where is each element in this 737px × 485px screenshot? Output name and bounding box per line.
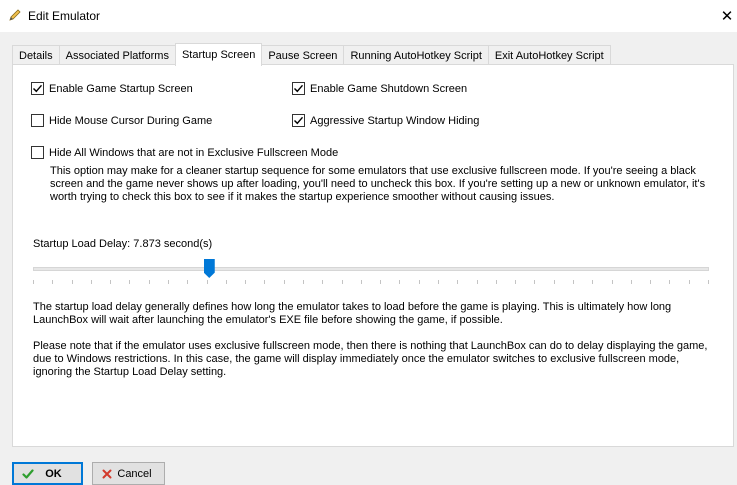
- slider-tick: [148, 280, 150, 284]
- startup-delay-help-text: The startup load delay generally defines…: [33, 301, 672, 326]
- enable-startup-checkbox[interactable]: Enable Game Startup Screen: [31, 82, 193, 95]
- title-bar: Edit Emulator ✕: [0, 0, 737, 32]
- hide-cursor-checkbox[interactable]: Hide Mouse Cursor During Game: [31, 114, 212, 127]
- tab-running-autohotkey-script[interactable]: Running AutoHotkey Script: [343, 45, 489, 65]
- slider-track[interactable]: [33, 267, 709, 271]
- hide-windows-label: Hide All Windows that are not in Exclusi…: [49, 146, 339, 159]
- tab-exit-autohotkey-script[interactable]: Exit AutoHotkey Script: [487, 45, 611, 65]
- slider-tick: [650, 280, 652, 284]
- slider-tick: [380, 280, 382, 284]
- ok-button[interactable]: OK: [12, 462, 83, 485]
- slider-tick: [534, 280, 536, 284]
- slider-tick: [438, 280, 439, 284]
- close-button[interactable]: ✕: [717, 0, 737, 32]
- check-mark-icon: [33, 84, 43, 93]
- check-mark-icon: [294, 84, 304, 93]
- hide-windows-description: This option may make for a cleaner start…: [50, 165, 706, 203]
- exclusive-fullscreen-note: Please note that if the emulator uses ex…: [33, 340, 708, 378]
- slider-tick: [129, 280, 131, 284]
- slider-tick: [708, 280, 709, 284]
- tab-associated-platforms[interactable]: Associated Platforms: [58, 45, 176, 65]
- slider-tick: [168, 280, 169, 284]
- slider-tick: [90, 280, 92, 284]
- slider-tick: [283, 280, 285, 284]
- slider-tick: [110, 280, 112, 284]
- pencil-icon: [9, 9, 21, 21]
- enable-shutdown-label: Enable Game Shutdown Screen: [310, 82, 468, 95]
- tab-startup-screen[interactable]: Startup Screen: [174, 43, 263, 66]
- slider-tick: [360, 280, 362, 284]
- x-icon: [102, 469, 112, 478]
- checkbox-box: [31, 114, 44, 127]
- tab-strip: Details Associated Platforms Startup Scr…: [12, 43, 611, 66]
- tab-details[interactable]: Details: [12, 45, 60, 65]
- ok-label: OK: [45, 467, 62, 480]
- slider-tick: [187, 280, 189, 284]
- slider-tick: [399, 280, 401, 284]
- check-mark-icon: [294, 116, 304, 125]
- slider-tick: [688, 280, 690, 284]
- slider-tick: [573, 280, 574, 284]
- enable-shutdown-checkbox[interactable]: Enable Game Shutdown Screen: [292, 82, 467, 95]
- slider-tick: [245, 280, 247, 284]
- slider-tick: [322, 280, 324, 284]
- slider-tick: [225, 280, 227, 284]
- slider-tick: [341, 280, 343, 284]
- aggressive-hiding-checkbox[interactable]: Aggressive Startup Window Hiding: [292, 114, 479, 127]
- startup-screen-panel: Enable Game Startup Screen Enable Game S…: [12, 64, 734, 447]
- slider-tick: [33, 280, 34, 284]
- slider-thumb[interactable]: [203, 259, 215, 278]
- checkbox-box: [31, 82, 44, 95]
- slider-tick: [303, 280, 304, 284]
- checkbox-box: [31, 146, 44, 159]
- slider-ticks: [33, 280, 709, 285]
- slider-tick: [457, 280, 459, 284]
- aggressive-hiding-label: Aggressive Startup Window Hiding: [310, 114, 480, 127]
- slider-tick: [630, 280, 632, 284]
- slider-tick: [476, 280, 478, 284]
- slider-tick: [592, 280, 594, 284]
- slider-tick: [71, 280, 73, 284]
- hide-cursor-label: Hide Mouse Cursor During Game: [49, 114, 213, 127]
- slider-tick: [611, 280, 613, 284]
- startup-delay-label: Startup Load Delay: 7.873 second(s): [33, 238, 213, 250]
- slider-tick: [52, 280, 54, 284]
- slider-tick: [495, 280, 497, 284]
- slider-tick: [206, 280, 208, 284]
- hide-windows-checkbox[interactable]: Hide All Windows that are not in Exclusi…: [31, 146, 338, 159]
- cancel-button[interactable]: Cancel: [92, 462, 165, 485]
- enable-startup-label: Enable Game Startup Screen: [49, 82, 193, 95]
- checkmark-icon: [22, 468, 34, 479]
- cancel-label: Cancel: [117, 467, 152, 480]
- slider-tick: [669, 280, 671, 284]
- slider-tick: [553, 280, 555, 284]
- checkbox-box: [292, 114, 305, 127]
- window-title: Edit Emulator: [28, 9, 101, 23]
- slider-tick: [264, 280, 266, 284]
- tab-pause-screen[interactable]: Pause Screen: [261, 45, 345, 65]
- slider-tick: [515, 280, 517, 284]
- checkbox-box: [292, 82, 305, 95]
- slider-tick: [418, 280, 420, 284]
